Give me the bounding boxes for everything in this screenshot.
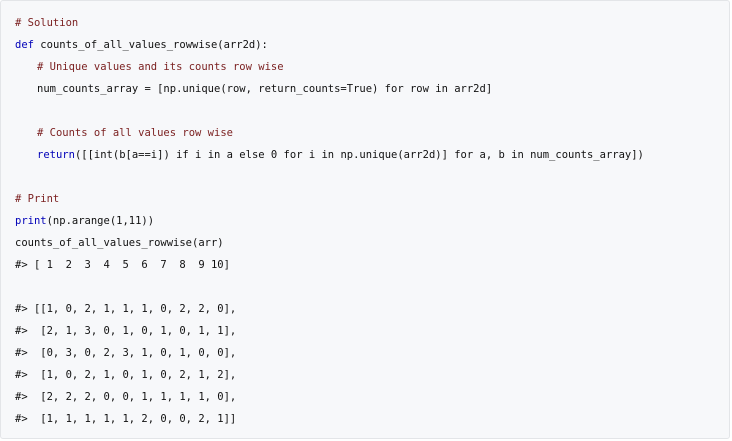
output-text: #> [1, 1, 1, 1, 1, 2, 0, 0, 2, 1]] [15, 413, 237, 425]
code-line-11: counts_of_all_values_rowwise(arr) [15, 234, 721, 256]
comment-text: # Counts of all values row wise [37, 127, 233, 139]
code-text: counts_of_all_values_rowwise(arr) [15, 237, 224, 249]
code-line-12: #> [ 1 2 3 4 5 6 7 8 9 10] [15, 256, 721, 278]
code-line-7: return([[int(b[a==i]) if i in a else 0 f… [15, 146, 721, 168]
print-args: (np.arange(1,11)) [46, 215, 155, 227]
output-text: #> [0, 3, 0, 2, 3, 1, 0, 1, 0, 0], [15, 347, 237, 359]
comment-text: # Unique values and its counts row wise [37, 61, 284, 73]
code-line-16: #> [0, 3, 0, 2, 3, 1, 0, 1, 0, 0], [15, 344, 721, 366]
code-line-10: print(np.arange(1,11)) [15, 212, 721, 234]
output-text: #> [1, 0, 2, 1, 0, 1, 0, 2, 1, 2], [15, 369, 237, 381]
code-lines: # Solution def counts_of_all_values_roww… [15, 14, 721, 432]
code-line-19: #> [1, 1, 1, 1, 1, 2, 0, 0, 2, 1]] [15, 410, 721, 432]
code-block: # Solution def counts_of_all_values_roww… [0, 0, 730, 439]
code-line-6: # Counts of all values row wise [15, 124, 721, 146]
comment-text: # Print [15, 193, 60, 205]
code-line-5-blank [15, 102, 721, 124]
code-line-17: #> [1, 0, 2, 1, 0, 1, 0, 2, 1, 2], [15, 366, 721, 388]
code-line-8-blank [15, 168, 721, 190]
code-line-1: # Solution [15, 14, 721, 36]
output-text: #> [[1, 0, 2, 1, 1, 1, 0, 2, 2, 0], [15, 303, 237, 315]
comment-text: # Solution [15, 17, 79, 29]
output-text: #> [ 1 2 3 4 5 6 7 8 9 10] [15, 259, 230, 271]
code-line-2: def counts_of_all_values_rowwise(arr2d): [15, 36, 721, 58]
code-line-9: # Print [15, 190, 721, 212]
code-line-14: #> [[1, 0, 2, 1, 1, 1, 0, 2, 2, 0], [15, 300, 721, 322]
code-line-13-blank [15, 278, 721, 300]
keyword-print: print [15, 215, 47, 227]
code-line-4: num_counts_array = [np.unique(row, retur… [15, 80, 721, 102]
output-text: #> [2, 2, 2, 0, 0, 1, 1, 1, 1, 0], [15, 391, 237, 403]
code-line-18: #> [2, 2, 2, 0, 0, 1, 1, 1, 1, 0], [15, 388, 721, 410]
return-expression: ([[int(b[a==i]) if i in a else 0 for i i… [74, 149, 644, 161]
output-text: #> [2, 1, 3, 0, 1, 0, 1, 0, 1, 1], [15, 325, 237, 337]
code-line-3: # Unique values and its counts row wise [15, 58, 721, 80]
function-signature: counts_of_all_values_rowwise(arr2d): [40, 39, 268, 51]
code-line-15: #> [2, 1, 3, 0, 1, 0, 1, 0, 1, 1], [15, 322, 721, 344]
code-text: num_counts_array = [np.unique(row, retur… [37, 83, 493, 95]
keyword-return: return [37, 149, 75, 161]
keyword-def: def [15, 39, 41, 51]
